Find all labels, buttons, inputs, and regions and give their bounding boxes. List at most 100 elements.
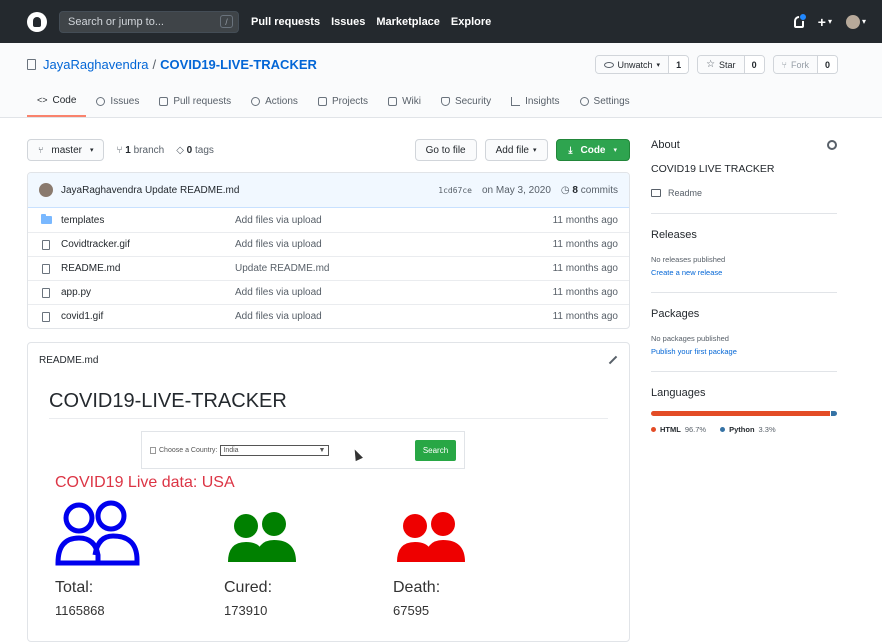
readme-link[interactable]: Readme	[651, 188, 837, 198]
file-type-icon	[39, 311, 53, 322]
tab-label: Settings	[593, 95, 630, 107]
commits-link[interactable]: ◷ 8 commits	[561, 185, 618, 196]
publish-package-link[interactable]: Publish your first package	[651, 347, 837, 356]
demo-country-bar: Choose a Country: India ▼ Search	[141, 431, 465, 469]
commit-date[interactable]: on May 3, 2020	[482, 185, 551, 196]
divider	[651, 292, 837, 293]
branch-select-button[interactable]: ⑂ master ▾	[27, 139, 105, 161]
file-name[interactable]: templates	[61, 215, 235, 226]
gear-icon[interactable]	[827, 140, 837, 150]
edit-pencil-icon[interactable]	[608, 355, 618, 365]
tag-icon: ◇	[176, 144, 187, 156]
add-file-button[interactable]: Add file ▾	[484, 139, 548, 161]
tab-issues[interactable]: Issues	[86, 85, 149, 117]
file-type-icon	[39, 214, 53, 224]
language-bar-segment-python	[830, 411, 837, 416]
file-type-icon	[39, 287, 53, 298]
create-new-menu[interactable]: + ▾	[818, 14, 832, 30]
commit-meta: 1cd67ce on May 3, 2020 ◷ 8 commits	[438, 185, 618, 196]
demo-stats: Total: 1165868 Cured: 173910 Death: 6759…	[55, 500, 608, 618]
tab-label: Pull requests	[173, 95, 232, 107]
tab-security[interactable]: Security	[431, 85, 501, 117]
tab-wiki[interactable]: Wiki	[378, 85, 431, 117]
star-icon: ☆	[706, 59, 716, 70]
language-item-python[interactable]: Python 3.3%	[720, 425, 776, 434]
file-name[interactable]: Covidtracker.gif	[61, 239, 235, 250]
tab-pull-requests[interactable]: Pull requests	[149, 85, 241, 117]
file-commit-message[interactable]: Add files via upload	[235, 215, 553, 226]
branch-icon: ⑂	[38, 145, 44, 155]
file-commit-message[interactable]: Update README.md	[235, 263, 553, 274]
go-to-file-button[interactable]: Go to file	[414, 139, 477, 161]
repo-title: JayaRaghavendra / COVID19-LIVE-TRACKER	[27, 57, 317, 72]
branches-link[interactable]: ⑂ 1 branch	[116, 145, 164, 156]
star-button[interactable]: ☆ Star	[698, 56, 744, 73]
file-row[interactable]: covid1.gif Add files via upload 11 month…	[28, 304, 629, 328]
nav-pull-requests[interactable]: Pull requests	[251, 16, 320, 28]
packages-title[interactable]: Packages	[651, 308, 837, 320]
no-releases-text: No releases published	[651, 255, 726, 264]
file-icon	[42, 311, 50, 322]
fork-button[interactable]: ⑂ Fork	[773, 56, 817, 73]
file-row[interactable]: Covidtracker.gif Add files via upload 11…	[28, 232, 629, 256]
tab-code[interactable]: <> Code	[27, 85, 87, 117]
add-file-label: Add file	[495, 144, 529, 156]
readme-body: COVID19-LIVE-TRACKER Choose a Country: I…	[28, 377, 629, 618]
tab-projects[interactable]: Projects	[308, 85, 378, 117]
file-row[interactable]: app.py Add files via upload 11 months ag…	[28, 280, 629, 304]
commit-summary: JayaRaghavendra Update README.md	[61, 185, 239, 196]
fork-count[interactable]: 0	[816, 56, 837, 73]
repo-separator: /	[152, 57, 157, 72]
search-input[interactable]: Search or jump to... /	[59, 10, 239, 33]
nav-issues[interactable]: Issues	[331, 16, 365, 28]
commit-sha[interactable]: 1cd67ce	[438, 186, 472, 195]
star-count[interactable]: 0	[743, 56, 764, 73]
language-item-html[interactable]: HTML 96.7%	[651, 425, 706, 434]
code-clone-button[interactable]: ⤓ Code ▾	[555, 139, 630, 161]
tab-label: Insights	[525, 95, 560, 107]
repo-owner-link[interactable]: JayaRaghavendra	[43, 57, 149, 72]
file-row[interactable]: README.md Update README.md 11 months ago	[28, 256, 629, 280]
caret-down-icon: ▾	[532, 147, 537, 154]
readme-heading: COVID19-LIVE-TRACKER	[49, 390, 608, 419]
divider	[651, 371, 837, 372]
demo-stat-total: Total: 1165868	[55, 500, 224, 618]
demo-stat-death: Death: 67595	[393, 500, 562, 618]
tab-settings[interactable]: Settings	[570, 85, 640, 117]
file-commit-message[interactable]: Add files via upload	[235, 287, 553, 298]
file-icon	[42, 239, 50, 250]
commit-author-avatar[interactable]	[39, 183, 53, 197]
commit-message[interactable]: Update README.md	[145, 185, 239, 196]
tags-link[interactable]: ◇ 0 tags	[176, 145, 214, 156]
github-logo-icon[interactable]	[27, 11, 47, 32]
file-name[interactable]: README.md	[61, 263, 235, 274]
readme-demo-image: Choose a Country: India ▼ Search COVID19…	[49, 431, 608, 618]
file-row[interactable]: templates Add files via upload 11 months…	[28, 208, 629, 232]
tab-actions[interactable]: Actions	[241, 85, 308, 117]
file-name[interactable]: app.py	[61, 287, 235, 298]
releases-title[interactable]: Releases	[651, 229, 837, 241]
file-commit-message[interactable]: Add files via upload	[235, 311, 553, 322]
repo-name-link[interactable]: COVID19-LIVE-TRACKER	[160, 57, 317, 72]
file-age: 11 months ago	[552, 311, 618, 322]
tab-label: Actions	[265, 95, 298, 107]
fork-button-group: ⑂ Fork 0	[772, 55, 838, 74]
tab-label: Issues	[110, 95, 140, 107]
watch-count[interactable]: 1	[668, 56, 689, 73]
create-release-link[interactable]: Create a new release	[651, 268, 837, 277]
commit-author[interactable]: JayaRaghavendra	[61, 185, 142, 196]
commits-count: 8	[572, 184, 578, 196]
notifications-bell-icon[interactable]	[793, 12, 807, 28]
file-icon	[42, 287, 50, 298]
user-menu[interactable]: ▾	[845, 14, 866, 29]
file-name[interactable]: covid1.gif	[61, 311, 235, 322]
demo-country-select: India ▼	[220, 444, 330, 456]
file-type-icon	[39, 239, 53, 250]
file-commit-message[interactable]: Add files via upload	[235, 239, 553, 250]
tab-label: Projects	[331, 95, 369, 107]
demo-cured-value: 173910	[224, 603, 268, 618]
tab-insights[interactable]: Insights	[501, 85, 569, 117]
nav-explore[interactable]: Explore	[451, 16, 491, 28]
unwatch-button[interactable]: Unwatch ▾	[595, 56, 669, 73]
nav-marketplace[interactable]: Marketplace	[376, 16, 440, 28]
